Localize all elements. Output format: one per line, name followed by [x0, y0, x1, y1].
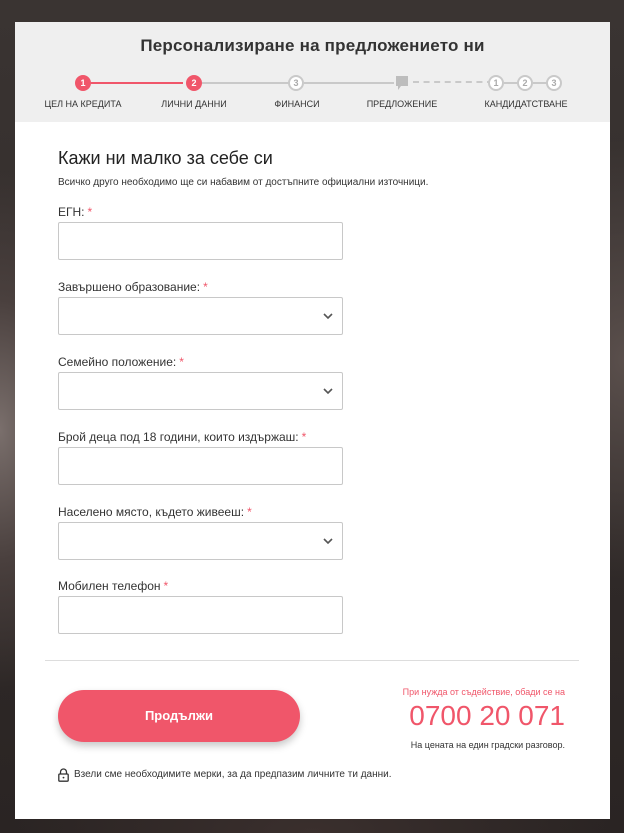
apply-step-3-circle: 3	[546, 75, 562, 91]
egn-label: ЕГН: *	[58, 205, 93, 219]
step-3-circle: 3	[288, 75, 304, 91]
chevron-down-icon	[323, 538, 333, 545]
progress-line-completed	[91, 82, 183, 84]
step-2-circle: 2	[186, 75, 202, 91]
apply-step-2-circle: 2	[517, 75, 533, 91]
required-mark: *	[87, 205, 93, 219]
step-label-offer: ПРЕДЛОЖЕНИЕ	[366, 99, 438, 109]
required-mark: *	[163, 579, 169, 593]
section-title: Кажи ни малко за себе си	[58, 148, 273, 168]
section-subtitle: Всичко друго необходимо ще си набавим от…	[58, 177, 429, 188]
progress-line-upcoming	[504, 82, 518, 84]
mobile-phone-input[interactable]	[58, 596, 343, 634]
settlement-select[interactable]	[58, 522, 343, 560]
step-label-loan-purpose: ЦЕЛ НА КРЕДИТА	[44, 99, 122, 109]
progress-line-dashed	[413, 81, 493, 83]
continue-button[interactable]: Продължи	[58, 690, 300, 742]
step-label-personal-data: ЛИЧНИ ДАННИ	[161, 99, 227, 109]
step-1-circle: 1	[75, 75, 91, 91]
settlement-label: Населено място, където живееш: *	[58, 505, 252, 519]
help-phone-link[interactable]: 0700 20 071	[409, 700, 565, 732]
page-title: Персонализиране на предложението ни	[140, 36, 485, 55]
marital-status-select[interactable]	[58, 372, 343, 410]
help-text: При нужда от съдействие, обади се на	[402, 687, 565, 697]
children-count-input[interactable]	[58, 447, 343, 485]
chevron-down-icon	[323, 313, 333, 320]
marital-status-label: Семейно положение: *	[58, 355, 184, 369]
progress-header: Персонализиране на предложението ни 1 2 …	[15, 22, 610, 122]
progress-line-upcoming	[202, 82, 292, 84]
divider	[45, 660, 579, 661]
egn-input[interactable]	[58, 222, 343, 260]
required-mark: *	[179, 355, 184, 369]
privacy-note: Взели сме необходимите мерки, за да пред…	[74, 769, 392, 780]
required-mark: *	[301, 430, 307, 444]
form-card: Персонализиране на предложението ни 1 2 …	[15, 22, 610, 819]
required-mark: *	[203, 280, 208, 294]
help-note: На цената на един градски разговор.	[410, 740, 565, 750]
mobile-phone-label: Мобилен телефон *	[58, 579, 169, 593]
education-select[interactable]	[58, 297, 343, 335]
progress-line-upcoming	[304, 82, 394, 84]
children-count-label: Брой деца под 18 години, които издържаш:…	[58, 430, 307, 444]
apply-step-1-circle: 1	[488, 75, 504, 91]
step-label-finances: ФИНАНСИ	[274, 99, 320, 109]
education-label: Завършено образование: *	[58, 280, 208, 294]
chevron-down-icon	[323, 388, 333, 395]
lock-icon	[58, 768, 69, 782]
progress-line-upcoming	[533, 82, 547, 84]
step-label-application: КАНДИДАТСТВАНЕ	[484, 99, 568, 109]
flag-icon	[396, 76, 408, 90]
required-mark: *	[247, 505, 252, 519]
